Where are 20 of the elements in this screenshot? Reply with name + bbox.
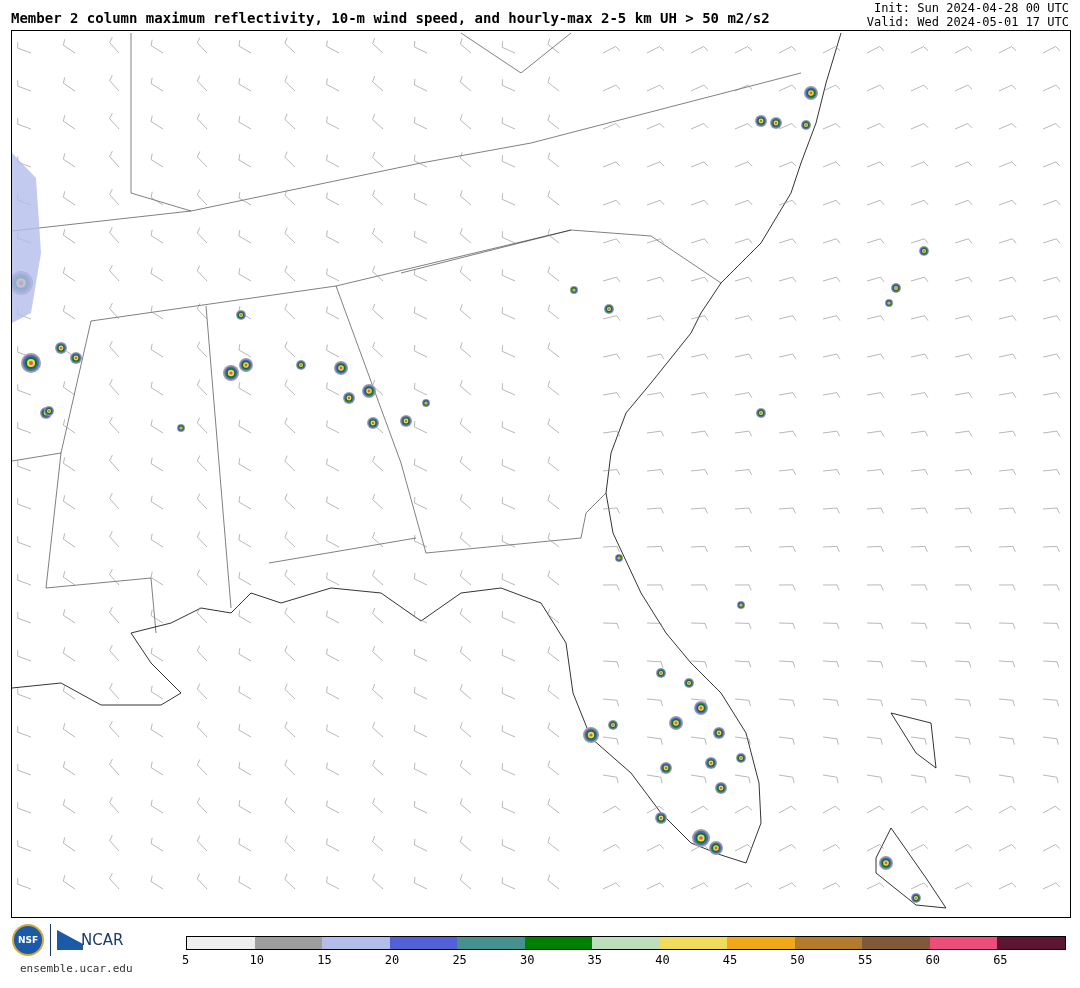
scale-tick-label: 35 (587, 953, 603, 967)
scale-tick-label: 30 (519, 953, 536, 967)
scale-tick-label: 5 (182, 953, 191, 967)
scale-tick-label: 40 (655, 953, 671, 967)
nsf-logo: NSF (12, 924, 44, 956)
scale-tick-label: 15 (317, 953, 333, 967)
site-url: ensemble.ucar.edu (20, 962, 133, 975)
scale-tick-label: 65 (993, 953, 1009, 967)
scale-tick-label: 50 (790, 953, 806, 967)
scale-tick-label: 20 (384, 953, 401, 967)
plot-title: Member 2 column maximum reflectivity, 10-m wind speed, and hourly-max 2-5 km UH > 50 m2/s2 (11, 10, 770, 26)
init-time: Init: Sun 2024-04-28 00 UTC (873, 1, 1069, 15)
ncar-logo: NCAR (81, 931, 124, 949)
scale-tick-label: 25 (452, 953, 468, 967)
scale-tick-label: 60 (925, 953, 941, 967)
scale-tick-label: 55 (857, 953, 874, 967)
scale-tick-label: 45 (722, 953, 739, 967)
scale-tick-label: 10 (249, 953, 266, 967)
swoosh-icon (57, 930, 83, 950)
valid-time: Valid: Wed 2024-05-01 17 UTC (866, 15, 1069, 29)
